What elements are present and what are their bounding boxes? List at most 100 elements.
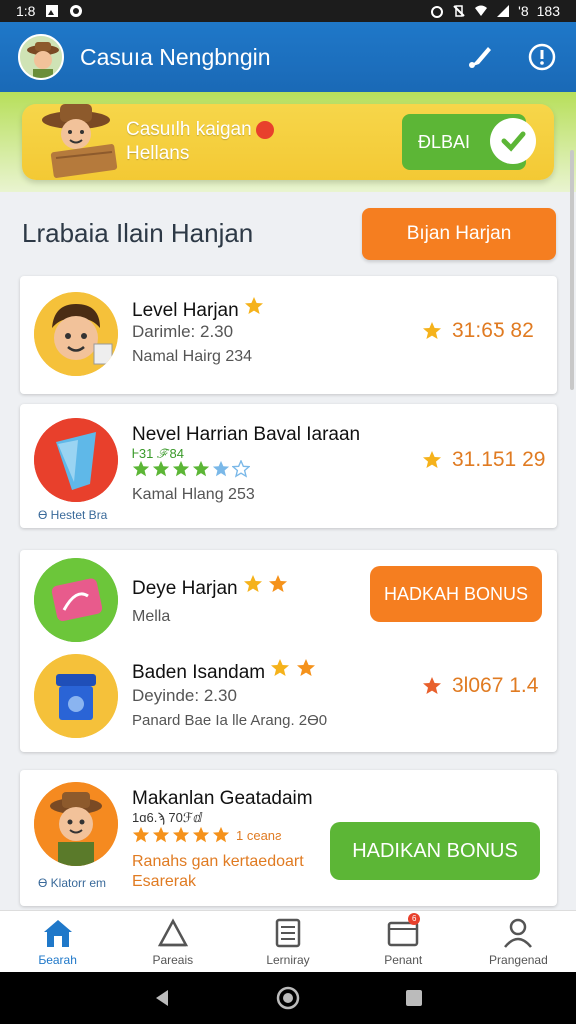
- star-icon: [132, 826, 150, 843]
- star-rating: [132, 460, 250, 478]
- star-icon: [423, 451, 441, 468]
- avatar[interactable]: [18, 34, 64, 80]
- bonus-button[interactable]: HADKAH BONUS: [370, 566, 542, 622]
- nav-item-list[interactable]: Lerniray: [230, 911, 345, 972]
- nav-label: Pareais: [152, 952, 194, 967]
- star-icon: [212, 460, 230, 477]
- info-icon: [528, 43, 556, 71]
- item-detail: Darimle: 2.30: [132, 322, 234, 341]
- nav-label: Ƃearah: [38, 952, 77, 967]
- wifi-icon: [475, 5, 488, 16]
- section-title: Lrabaia Ilain Hanjan: [22, 218, 254, 248]
- list-group: Deye Harjan Mella HADKAH BONUS Baden Isa…: [20, 550, 557, 752]
- status-bar: 1:8 '8 183: [0, 0, 576, 22]
- nav-item-inbox[interactable]: 6 Penant: [346, 911, 461, 972]
- item-score: 3Ɩ067 1.4: [422, 674, 538, 698]
- back-icon[interactable]: [151, 987, 173, 1009]
- person-icon: [504, 918, 533, 948]
- item-footer: Ɵ Hestet Bra: [38, 508, 108, 522]
- star-icon: [423, 677, 441, 694]
- item-name-text: Deye Harjan: [132, 578, 238, 599]
- item-score-value: 31:6Ƽ 82: [452, 319, 534, 342]
- star-icon: [232, 460, 250, 478]
- alarm-icon: [431, 6, 444, 18]
- promo-banner[interactable]: Casuılh kaigan Hellans ÐLBAI: [22, 104, 554, 180]
- signal-label: '8: [518, 3, 529, 19]
- star-icon: [192, 826, 210, 843]
- battery-label: 183: [536, 3, 560, 19]
- tent-icon: [157, 917, 188, 946]
- item-name: Deye Harjan: [132, 574, 288, 600]
- info-button[interactable]: [526, 41, 558, 73]
- item-name: Makanlan Geatadaim: [132, 788, 313, 809]
- list-item[interactable]: Ɵ Hestet Bra Nevel Harrian Baval Iaraan …: [20, 404, 557, 528]
- banner-line2: Hellans: [126, 143, 190, 164]
- item-score: 31.151 29: [422, 448, 545, 472]
- item-name-text: Level Harjan: [132, 300, 239, 321]
- item-score: 31:6Ƽ 82: [422, 319, 534, 343]
- image-notification-icon: [46, 5, 59, 17]
- item-tag: 1ɑ6.ϡ 70ℱⅆ: [132, 810, 203, 825]
- rating-text: 1 ceanƨ: [236, 827, 282, 843]
- bin-avatar-icon: [34, 654, 118, 738]
- home-circle-icon[interactable]: [275, 985, 301, 1011]
- item-detail-secondary: Panard Bae Ia lle Arang. 2Ɵ0: [132, 712, 328, 729]
- list-item[interactable]: Ɵ Klatorr em Makanlan Geatadaim 1ɑ6.ϡ 70…: [20, 770, 557, 906]
- item-name: Level Harjan: [132, 296, 264, 322]
- item-promo-text: Ranahs gan kertaedoart Esarerak: [132, 852, 304, 892]
- nav-item-home[interactable]: Ƃearah: [0, 911, 115, 972]
- item-name-text: Baden Isandam: [132, 662, 266, 683]
- banner-message: Casuılh kaigan Hellans: [126, 118, 274, 166]
- star-icon: [152, 826, 170, 843]
- flag-avatar-icon: [34, 418, 118, 502]
- cell-signal-icon: [497, 5, 510, 17]
- app-title: Casuıa Nengbngin: [80, 43, 271, 70]
- item-promo-line1: Ranahs gan kertaedoart: [132, 853, 304, 870]
- mascot-avatar-icon: [20, 36, 62, 78]
- notification-badge: 6: [408, 912, 421, 925]
- edit-button[interactable]: [464, 41, 496, 73]
- bonus-button[interactable]: HADIKAN BONUS: [330, 822, 540, 880]
- star-icon: [423, 322, 441, 339]
- recents-icon[interactable]: [403, 987, 425, 1009]
- inbox-icon: 6: [386, 912, 421, 949]
- heart-icon: [255, 120, 274, 139]
- section-action-button[interactable]: Bıjan Harjan: [362, 208, 556, 260]
- item-name: Nevel Harrian Baval Iaraan: [132, 424, 361, 445]
- star-icon: [192, 460, 210, 477]
- star-icon: [172, 460, 190, 477]
- mascot-sign-icon: [42, 104, 118, 178]
- item-score-value: 31.151 29: [452, 448, 546, 471]
- brush-icon: [469, 47, 491, 68]
- star-rating: 1 ceanƨ: [132, 826, 282, 844]
- nav-item-explore[interactable]: Pareais: [115, 911, 230, 972]
- star-icon: [172, 826, 190, 843]
- scrollbar[interactable]: [570, 150, 574, 390]
- app-bar: Casuıa Nengbngin: [0, 22, 576, 92]
- star-icon: [132, 460, 150, 477]
- record-notification-icon: [70, 5, 83, 17]
- item-promo-line2: Esarerak: [132, 873, 197, 890]
- system-navigation: [0, 972, 576, 1024]
- checkmark-icon: [490, 118, 536, 164]
- item-detail: Mella: [132, 608, 171, 625]
- farmer-avatar-icon: [34, 782, 118, 866]
- star-icon: [212, 826, 230, 843]
- status-time: 1:8: [16, 3, 36, 19]
- star-icon: [271, 659, 290, 676]
- item-footer: Ɵ Klatorr em: [38, 876, 107, 890]
- item-score-value: 3Ɩ067 1.4: [452, 674, 539, 697]
- nav-item-profile[interactable]: Prangenad: [461, 911, 576, 972]
- item-detail-secondary: Namal Hairg 234: [132, 348, 253, 365]
- bottom-navigation: Ƃearah Pareais Lerniray 6 Penant Prangen…: [0, 910, 576, 972]
- list-item[interactable]: Level Harjan Darimle: 2.30 Namal Hairg 2…: [20, 276, 557, 394]
- banner-button-label: ÐLBAI: [418, 131, 471, 152]
- item-name: Baden Isandam: [132, 658, 316, 684]
- list-icon: [275, 918, 301, 947]
- banner-claim-button[interactable]: ÐLBAI: [402, 114, 536, 170]
- nav-label: Penant: [384, 952, 423, 967]
- star-icon: [296, 659, 315, 676]
- star-icon: [152, 460, 170, 477]
- home-icon: [43, 919, 72, 947]
- star-icon: [269, 575, 288, 592]
